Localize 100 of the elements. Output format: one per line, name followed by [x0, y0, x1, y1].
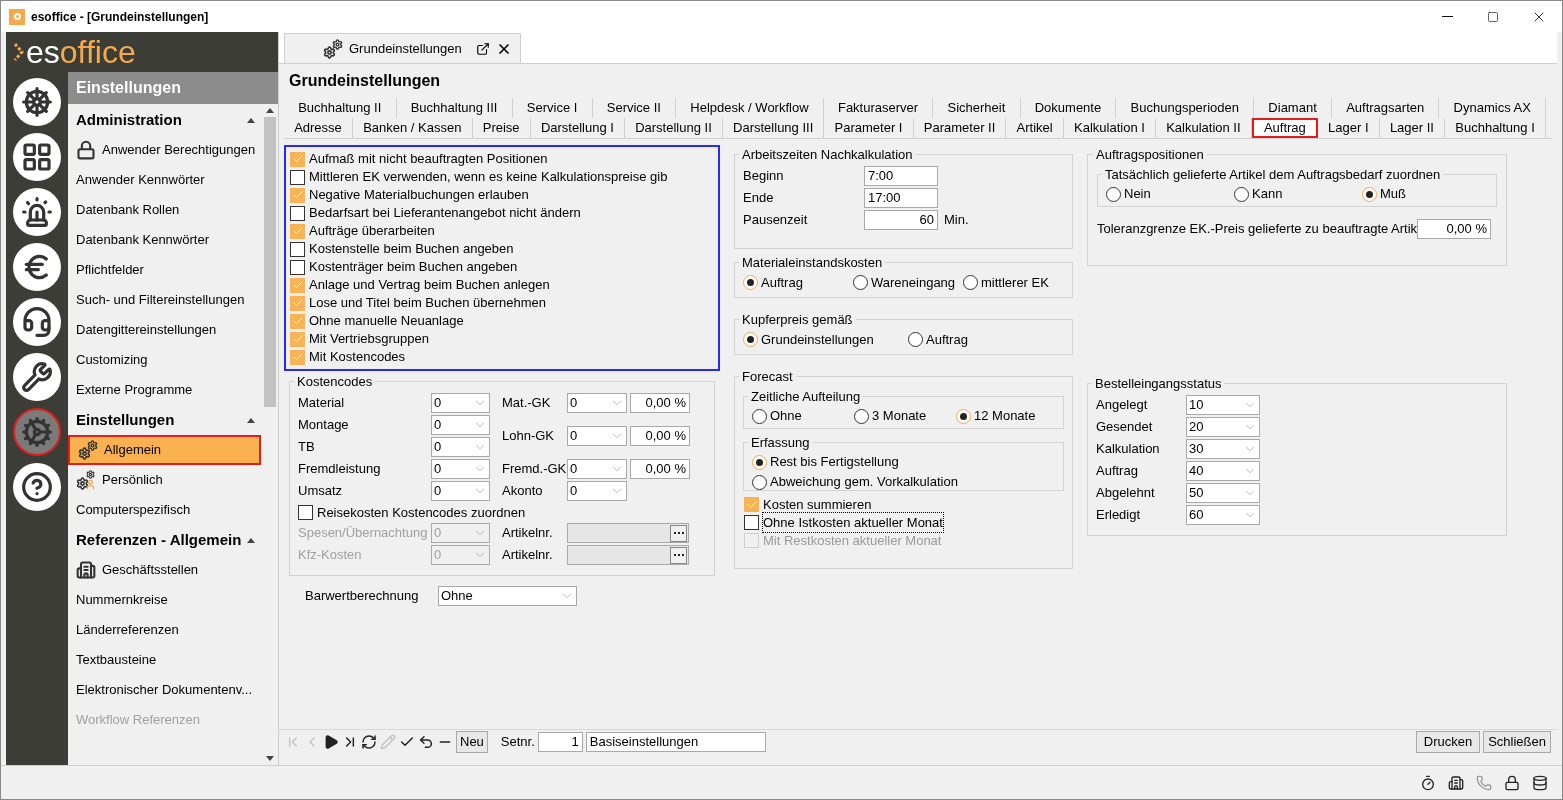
checkbox[interactable] — [290, 313, 305, 329]
dropdown[interactable]: 0 — [431, 392, 490, 413]
sidebar-item[interactable]: Such- und Filtereinstellungen — [68, 285, 261, 315]
input-field[interactable]: 0,00 % — [630, 425, 690, 446]
nav-button[interactable] — [13, 188, 61, 236]
sidebar-item[interactable]: Datenbank Rollen — [68, 195, 261, 225]
checkbox[interactable] — [290, 331, 305, 347]
scroll-down-icon[interactable] — [265, 756, 274, 761]
sidebar-item[interactable]: Pflichtfelder — [68, 255, 261, 285]
setnr-field[interactable]: 1 — [537, 731, 583, 752]
dropdown[interactable]: 0 — [431, 458, 490, 479]
dropdown[interactable]: Ohne — [438, 586, 577, 606]
radio-button[interactable] — [853, 275, 868, 290]
scroll-up-icon[interactable] — [265, 108, 274, 113]
collapse-icon[interactable] — [247, 117, 255, 123]
refresh-icon[interactable] — [361, 733, 377, 750]
sidebar-item[interactable]: Persönlich — [68, 465, 261, 495]
sidebar-item[interactable]: Textbausteine — [68, 645, 261, 675]
dropdown[interactable]: 0 — [567, 458, 627, 479]
sidebar-item[interactable]: Geschäftsstellen — [68, 555, 261, 585]
nav-button[interactable] — [13, 133, 61, 181]
radio-button[interactable] — [752, 454, 767, 470]
browse-button[interactable] — [670, 524, 687, 542]
radio-button[interactable] — [1362, 186, 1377, 202]
tab[interactable]: Auftrag — [1251, 118, 1318, 138]
dropdown[interactable]: 30 — [1186, 438, 1260, 459]
input-field[interactable]: 7:00 — [864, 165, 938, 186]
radio-button[interactable] — [743, 332, 758, 347]
sidebar-item[interactable]: Nummernkreise — [68, 585, 261, 615]
browse-button[interactable] — [670, 546, 687, 564]
radio-button[interactable] — [1106, 186, 1121, 202]
database-icon[interactable] — [1532, 774, 1548, 791]
input-field[interactable]: 60 — [864, 209, 938, 230]
sidebar-item[interactable]: Allgemein — [68, 435, 261, 465]
nav-button[interactable] — [13, 463, 61, 511]
input-field[interactable]: 0,00 % — [630, 458, 690, 479]
dropdown[interactable]: 50 — [1186, 482, 1260, 503]
checkbox[interactable] — [744, 515, 759, 530]
dropdown[interactable]: 0 — [567, 425, 627, 446]
checkbox[interactable] — [290, 349, 305, 365]
radio-button[interactable] — [1234, 186, 1249, 202]
collapse-icon[interactable] — [247, 537, 255, 543]
popout-icon[interactable] — [475, 41, 490, 56]
input-field[interactable]: 0,00 % — [630, 392, 690, 413]
nav-button[interactable] — [13, 243, 61, 291]
sidebar-item[interactable]: Datenbank Kennwörter — [68, 225, 261, 255]
article-field[interactable] — [567, 544, 689, 565]
timer-icon[interactable] — [1420, 774, 1436, 791]
radio-button[interactable] — [752, 408, 767, 424]
nav-button[interactable] — [13, 298, 61, 346]
radio-button[interactable] — [956, 408, 971, 424]
sidebar-item[interactable]: Customizing — [68, 345, 261, 375]
sidebar-item[interactable]: Externe Programme — [68, 375, 261, 405]
lock-icon[interactable] — [1504, 774, 1520, 791]
article-field[interactable] — [567, 522, 689, 543]
dropdown[interactable]: 0 — [431, 414, 490, 435]
nav-button[interactable] — [13, 78, 61, 126]
document-tab[interactable]: Grundeinstellungen — [284, 33, 521, 63]
checkbox[interactable] — [298, 505, 313, 520]
dropdown[interactable]: 0 — [431, 436, 490, 457]
checkbox[interactable] — [290, 205, 305, 221]
section-header[interactable]: Einstellungen — [76, 408, 175, 432]
collapse-icon[interactable] — [247, 417, 255, 423]
dropdown[interactable]: 0 — [431, 480, 490, 501]
checkbox[interactable] — [290, 277, 305, 293]
sidebar-item[interactable]: Elektronischer Dokumentenv... — [68, 675, 261, 705]
input-field[interactable]: 17:00 — [864, 187, 938, 208]
radio-button[interactable] — [854, 408, 869, 424]
checkbox[interactable] — [744, 497, 759, 512]
dropdown[interactable]: 0 — [567, 480, 627, 501]
undo-icon[interactable] — [418, 733, 434, 750]
checkbox[interactable] — [290, 259, 305, 275]
sidebar-item[interactable]: Anwender Kennwörter — [68, 165, 261, 195]
dropdown[interactable]: 40 — [1186, 460, 1260, 481]
dropdown[interactable]: 20 — [1186, 416, 1260, 437]
checkbox[interactable] — [290, 151, 305, 167]
next-icon[interactable] — [323, 733, 339, 750]
sidebar-item[interactable]: Länderreferenzen — [68, 615, 261, 645]
radio-button[interactable] — [743, 275, 758, 290]
print-button[interactable]: Drucken — [1415, 730, 1481, 753]
dropdown[interactable]: 0 — [567, 392, 627, 413]
radio-button[interactable] — [908, 332, 923, 347]
section-header[interactable]: Administration — [76, 108, 182, 132]
section-header[interactable]: Referenzen - Allgemein — [76, 528, 242, 552]
dropdown[interactable]: 10 — [1186, 394, 1260, 415]
checkbox[interactable] — [290, 169, 305, 185]
new-button[interactable]: Neu — [456, 730, 488, 753]
sidebar-item[interactable]: Anwender Berechtigungen — [68, 135, 261, 165]
radio-button[interactable] — [963, 275, 978, 290]
dropdown[interactable]: 60 — [1186, 504, 1260, 525]
checkbox[interactable] — [290, 295, 305, 311]
building-icon[interactable] — [1448, 774, 1464, 791]
checkbox[interactable] — [290, 187, 305, 203]
checkbox[interactable] — [290, 223, 305, 239]
checkbox[interactable] — [290, 241, 305, 257]
nav-button[interactable] — [13, 353, 61, 401]
input-field[interactable]: 0,00 % — [1417, 218, 1491, 239]
close-button[interactable]: Schließen — [1483, 730, 1551, 753]
sidebar-item[interactable]: Computerspezifisch — [68, 495, 261, 525]
set-name-field[interactable]: Basiseinstellungen — [585, 731, 766, 752]
